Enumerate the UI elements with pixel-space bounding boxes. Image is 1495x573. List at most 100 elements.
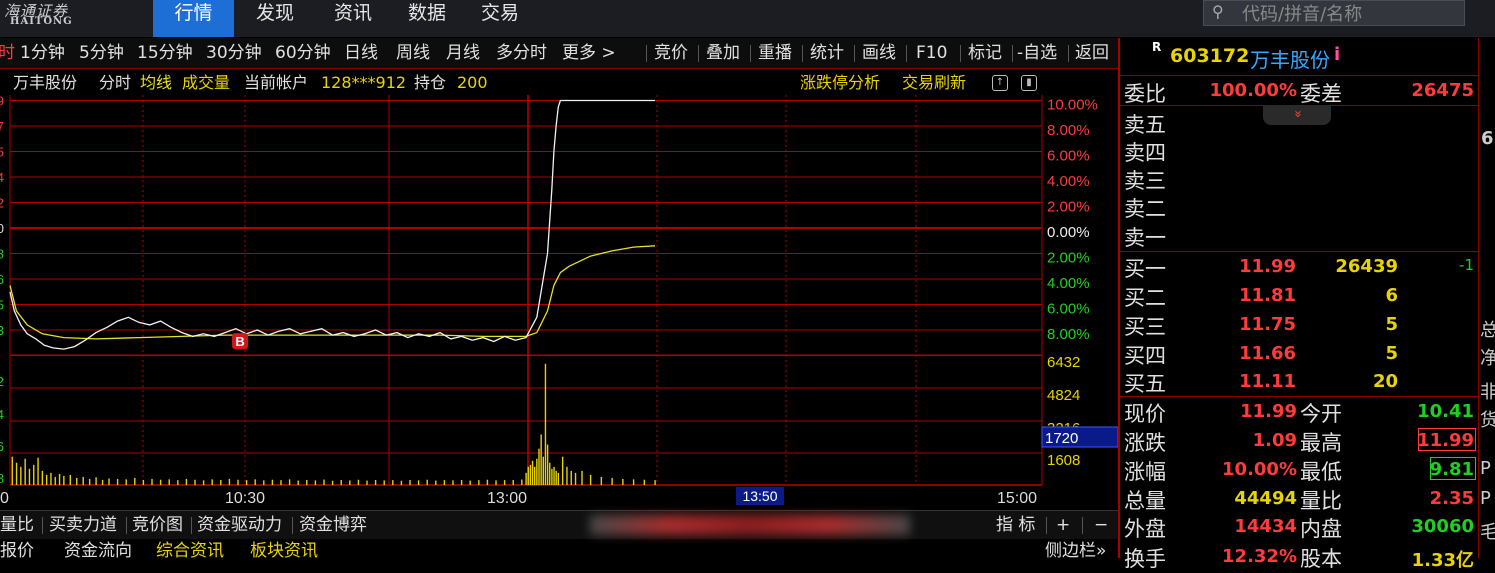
volume-bar xyxy=(521,479,523,485)
volume-bar xyxy=(41,470,44,485)
buy2-label: 买二 xyxy=(1124,286,1166,310)
tab-general-news[interactable]: 综合资讯 xyxy=(156,540,224,561)
stock-name: 万丰股份 xyxy=(1250,48,1330,72)
buy4-price: 11.66 xyxy=(1239,343,1296,364)
period-5min[interactable]: 5分钟 xyxy=(79,38,124,68)
tab-sector-news[interactable]: 板块资讯 xyxy=(250,540,318,561)
info-volume[interactable]: 成交量 xyxy=(182,71,230,95)
side-panel-toggle[interactable]: 侧边栏» xyxy=(1045,540,1106,561)
volume-bar xyxy=(28,468,31,485)
info-avg-line[interactable]: 均线 xyxy=(140,71,172,95)
tab-capital-flow[interactable]: 资金流向 xyxy=(64,540,132,561)
volume-bar xyxy=(544,363,547,485)
tool-auction[interactable]: 竞价 xyxy=(654,38,688,68)
volume-bar xyxy=(76,477,78,485)
period-multi[interactable]: 多分时 xyxy=(496,38,547,68)
edge-char: 总 xyxy=(1480,316,1495,342)
r-badge: R xyxy=(1152,40,1162,54)
pct-tick-label: 4.00% xyxy=(1047,275,1090,292)
intraday-chart[interactable]: B 9 7 5 4 2 0 8 6 5 3 2 4 6 8 10.00% 8.00% 6.00% 4.00% 2.00… xyxy=(0,95,1118,510)
period-more[interactable]: 更多 > xyxy=(562,38,616,68)
volume-bar xyxy=(503,480,506,485)
up-circle-icon[interactable]: ↑ xyxy=(992,75,1008,91)
tool-replay[interactable]: 重播 xyxy=(758,38,792,68)
volume-bar xyxy=(527,466,529,485)
tab-quote[interactable]: 报价 xyxy=(0,540,34,561)
tool-draw[interactable]: 画线 xyxy=(862,38,896,68)
haitong-logo: 海通证券 HAITONG xyxy=(4,0,84,32)
nav-item-data[interactable]: 数据 xyxy=(392,0,462,37)
tab-auction-chart[interactable]: 竞价图 xyxy=(132,511,183,539)
period-intraday[interactable]: 时 xyxy=(0,38,15,68)
stat-value: 1.33亿 xyxy=(1411,550,1474,571)
order-diff-label: 委差 xyxy=(1300,82,1342,106)
left-tick-label: 7 xyxy=(0,119,4,134)
tool-back[interactable]: 返回 xyxy=(1075,38,1109,68)
info-account-id: 128***912 xyxy=(321,73,407,92)
volume-cursor-value: 1720 xyxy=(1045,430,1078,447)
quote-panel: R 603172 万丰股份 i 委比 100.00% 委差 26475 » 卖五… xyxy=(1118,38,1480,571)
order-ratio-label: 委比 xyxy=(1124,82,1166,106)
period-month[interactable]: 月线 xyxy=(446,38,480,68)
zoom-out-button[interactable]: − xyxy=(1094,511,1108,539)
period-week[interactable]: 周线 xyxy=(396,38,430,68)
nav-item-trade[interactable]: 交易 xyxy=(465,0,535,37)
pct-tick-label: 10.00% xyxy=(1047,97,1098,114)
period-15min[interactable]: 15分钟 xyxy=(137,38,193,68)
period-toolbar: 时 1分钟 5分钟 15分钟 30分钟 60分钟 日线 周线 月线 多分时 更多… xyxy=(0,38,1118,69)
trade-refresh-link[interactable]: 交易刷新 xyxy=(902,71,966,95)
tool-mark[interactable]: 标记 xyxy=(968,38,1002,68)
stat-label: 最低 xyxy=(1300,460,1342,484)
stat-label: 现价 xyxy=(1124,402,1166,426)
tool-f10[interactable]: F10 xyxy=(916,38,947,68)
info-intraday-mode[interactable]: 分时 xyxy=(99,71,131,95)
indicator-button[interactable]: 指 标 xyxy=(996,511,1035,539)
tool-stats[interactable]: 统计 xyxy=(810,38,844,68)
left-tick-label: 2 xyxy=(0,196,4,211)
edge-char: 非 xyxy=(1480,378,1495,404)
separator xyxy=(906,45,907,62)
pct-tick-label: 8.00% xyxy=(1047,326,1090,343)
info-icon[interactable]: i xyxy=(1334,44,1340,65)
volume-bar xyxy=(409,479,411,485)
volume-bar xyxy=(271,479,274,485)
tab-capital-game[interactable]: 资金博弈 xyxy=(299,511,367,539)
volume-bar xyxy=(536,458,538,485)
limit-analysis-link[interactable]: 涨跌停分析 xyxy=(800,71,880,95)
info-account-label: 当前帐户 xyxy=(244,73,309,92)
zoom-in-button[interactable]: + xyxy=(1056,511,1070,539)
volume-bar xyxy=(538,448,540,485)
volume-bar xyxy=(177,480,179,485)
period-1min[interactable]: 1分钟 xyxy=(20,38,65,68)
tab-capital-drive[interactable]: 资金驱动力 xyxy=(197,511,282,539)
volume-bar xyxy=(151,478,153,485)
left-tick-label: 5 xyxy=(0,298,4,313)
tool-remove-watchlist[interactable]: -自选 xyxy=(1017,38,1057,68)
tab-buy-sell-force[interactable]: 买卖力道 xyxy=(49,511,117,539)
period-day[interactable]: 日线 xyxy=(344,38,378,68)
buy5-price: 11.11 xyxy=(1239,371,1296,392)
panel-toggle-icon[interactable]: ▮ xyxy=(1021,75,1037,91)
period-60min[interactable]: 60分钟 xyxy=(275,38,331,68)
left-tick-label: 5 xyxy=(0,145,4,160)
buy3-price: 11.75 xyxy=(1239,314,1296,335)
collapse-orderbook-button[interactable]: » xyxy=(1263,105,1331,125)
tool-overlay[interactable]: 叠加 xyxy=(706,38,740,68)
tab-volume-ratio[interactable]: 量比 xyxy=(0,511,34,539)
top-nav: 海通证券 HAITONG 行情 发现 资讯 数据 交易 ⚲ xyxy=(0,0,1495,37)
volume-bar xyxy=(600,476,603,485)
period-30min[interactable]: 30分钟 xyxy=(206,38,262,68)
left-tick-label: 2 xyxy=(0,374,4,389)
nav-item-market[interactable]: 行情 xyxy=(153,0,234,37)
volume-tick-label: 1608 xyxy=(1047,452,1080,469)
nav-item-news[interactable]: 资讯 xyxy=(318,0,388,37)
volume-bar xyxy=(134,477,136,485)
nav-item-discover[interactable]: 发现 xyxy=(240,0,310,37)
x-tick-label: 10:30 xyxy=(225,490,265,507)
volume-bar xyxy=(108,478,110,485)
volume-bar xyxy=(581,470,583,485)
search-input[interactable] xyxy=(1240,1,1459,27)
volume-bar xyxy=(643,479,646,485)
volume-bar xyxy=(101,479,104,485)
search-box[interactable]: ⚲ xyxy=(1203,0,1465,27)
